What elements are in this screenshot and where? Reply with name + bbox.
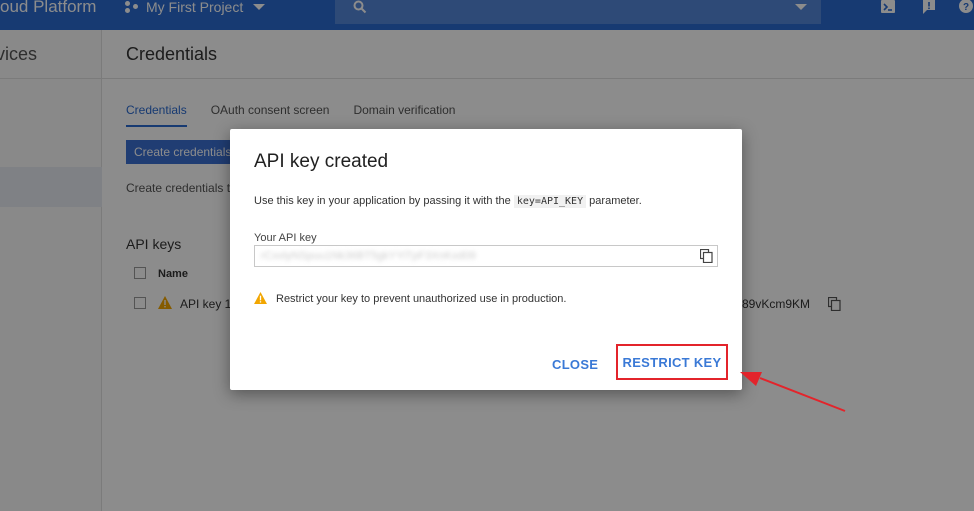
annotation-arrow-icon — [740, 372, 846, 412]
